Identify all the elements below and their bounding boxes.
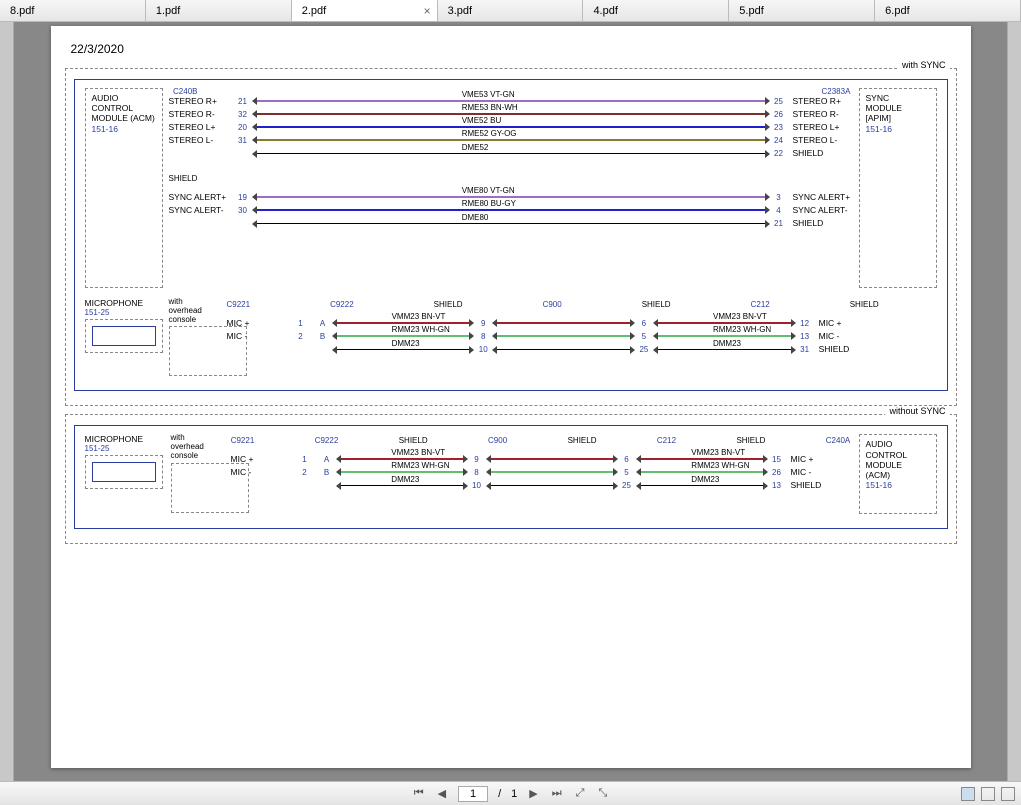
view-mode-buttons (961, 787, 1015, 801)
mic-module (85, 455, 163, 489)
wire-row: DME52 22SHIELD (169, 148, 853, 158)
wire-row: STEREO L-31RME52 GY-OG24STEREO L- (169, 135, 853, 145)
inner: AUDIO CONTROL MODULE (ACM) 151-16 C240B … (74, 79, 948, 391)
facing-page-icon[interactable] (1001, 787, 1015, 801)
sync-mic-side (885, 298, 963, 368)
close-icon[interactable]: × (424, 4, 431, 18)
wire-row: STEREO R-32RME53 BN-WH26STEREO R- (169, 109, 853, 119)
block-without-sync: without SYNC MICROPHONE 151-25 with over… (65, 414, 957, 544)
page-input[interactable] (458, 786, 488, 802)
wire-row: DMM231025 DMM2331SHIELD (227, 344, 879, 354)
page-sep: / (498, 788, 501, 800)
tab-3pdf[interactable]: 3.pdf (438, 0, 584, 21)
block-with-sync: with SYNC AUDIO CONTROL MODULE (ACM) 151… (65, 68, 957, 406)
acm-module: AUDIO CONTROL MODULE (ACM) 151-16 (859, 434, 937, 514)
wire-row: SYNC ALERT-30RME80 BU-GY4SYNC ALERT- (169, 205, 853, 215)
date-stamp: 22/3/2020 (71, 42, 957, 56)
tab-bar: 8.pdf 1.pdf 2.pdf × 3.pdf 4.pdf 5.pdf 6.… (0, 0, 1021, 22)
wire-row: MIC -2BRMM23 WH-GN85RMM23 WH-GN26MIC - (231, 467, 851, 477)
gutter-left (0, 22, 14, 781)
wire-row: DME80 21SHIELD (169, 218, 853, 228)
wire-row: MIC +1AVMM23 BN-VT96VMM23 BN-VT12MIC + (227, 318, 879, 328)
badge: with SYNC (898, 60, 950, 70)
last-page-button[interactable]: ⏭ (550, 787, 564, 800)
next-page-button[interactable]: ▶ (527, 787, 539, 800)
tab-8pdf[interactable]: 8.pdf (0, 0, 146, 21)
zoom-out-button[interactable]: ⤢ (574, 787, 587, 800)
continuous-page-icon[interactable] (981, 787, 995, 801)
pdf-page: 22/3/2020 with SYNC AUDIO CONTROL MODULE… (51, 26, 971, 768)
wire-row: MIC +1AVMM23 BN-VT96VMM23 BN-VT15MIC + (231, 454, 851, 464)
gutter-right (1007, 22, 1021, 781)
wire-row: MIC -2BRMM23 WH-GN85RMM23 WH-GN13MIC - (227, 331, 879, 341)
tab-2pdf[interactable]: 2.pdf × (292, 0, 438, 21)
tab-1pdf[interactable]: 1.pdf (146, 0, 292, 21)
page-total: 1 (511, 788, 517, 800)
inner: MICROPHONE 151-25 with overhead console … (74, 425, 948, 529)
wires-top: STEREO R+21VME53 VT-GN25STEREO R+STEREO … (169, 88, 853, 236)
tab-6pdf[interactable]: 6.pdf (875, 0, 1021, 21)
zoom-in-button[interactable]: ⤡ (596, 787, 609, 800)
sync-module: SYNC MODULE [APIM] 151-16 C2383A (859, 88, 937, 288)
mic-module (85, 319, 163, 353)
viewer: 22/3/2020 with SYNC AUDIO CONTROL MODULE… (0, 22, 1021, 781)
tab-5pdf[interactable]: 5.pdf (729, 0, 875, 21)
acm-module: AUDIO CONTROL MODULE (ACM) 151-16 C240B (85, 88, 163, 288)
toolbar: ⏮ ◀ / 1 ▶ ⏭ ⤢ ⤡ (0, 781, 1021, 805)
page-area[interactable]: 22/3/2020 with SYNC AUDIO CONTROL MODULE… (14, 22, 1007, 781)
wire-row: DMM23 1025DMM23 13SHIELD (231, 480, 851, 490)
first-page-button[interactable]: ⏮ (412, 787, 426, 800)
tab-4pdf[interactable]: 4.pdf (583, 0, 729, 21)
badge: without SYNC (885, 406, 949, 416)
single-page-icon[interactable] (961, 787, 975, 801)
prev-page-button[interactable]: ◀ (436, 787, 448, 800)
